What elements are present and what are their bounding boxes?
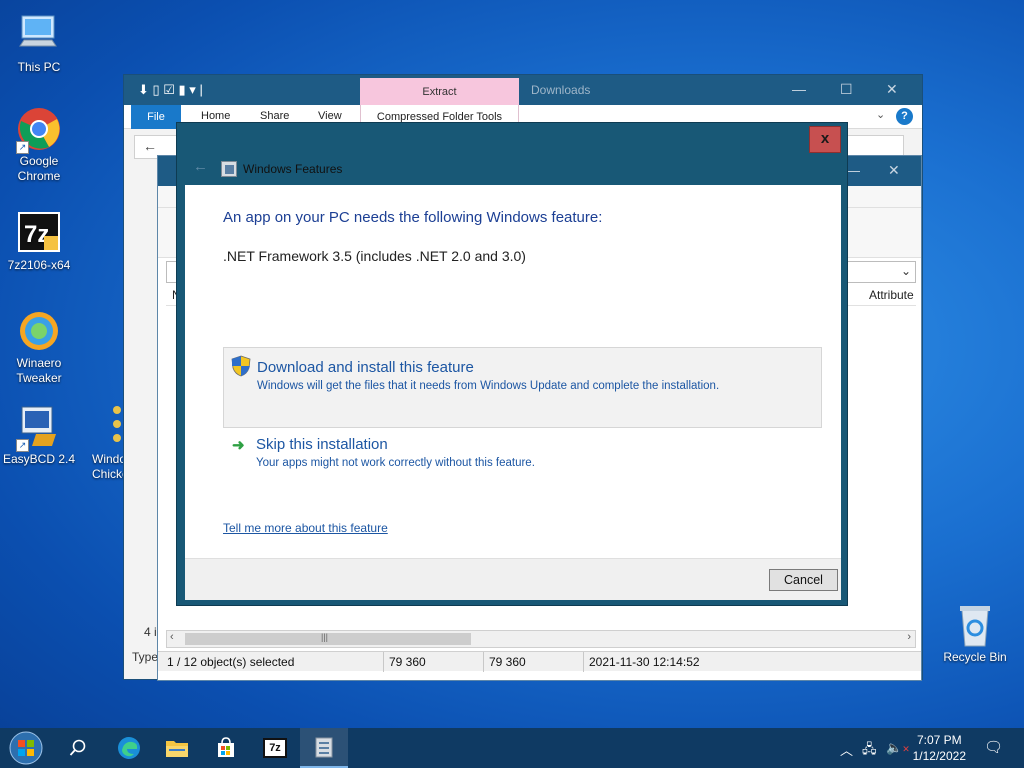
tab-view[interactable]: View	[318, 110, 342, 122]
desktop-icon-easybcd[interactable]: ↗ EasyBCD 2.4	[0, 404, 78, 467]
desktop-icon-this-pc[interactable]: This PC	[0, 12, 78, 75]
scroll-thumb[interactable]: |||	[185, 632, 471, 645]
cancel-button[interactable]: Cancel	[769, 569, 838, 591]
dialog-header: ← Windows Features	[185, 155, 841, 185]
clock-date: 1/12/2022	[912, 749, 966, 763]
network-icon[interactable]: 🖧	[862, 740, 877, 762]
windows-features-icon	[315, 737, 333, 758]
7zip-icon: 7z	[263, 738, 287, 758]
desktop-icon-7zip-installer[interactable]: 7z 7z2106-x64	[0, 210, 78, 273]
chicken-icon	[110, 404, 124, 450]
dialog-title: Windows Features	[243, 162, 343, 176]
type-label: Type	[132, 650, 159, 664]
windows-features-dialog[interactable]: x ← Windows Features An app on your PC n…	[176, 122, 848, 606]
7zip-label: 7z	[269, 742, 281, 754]
status-selection: 1 / 12 object(s) selected	[167, 655, 295, 669]
download-option-subtitle: Windows will get the files that it needs…	[257, 380, 720, 392]
feature-name: .NET Framework 3.5 (includes .NET 2.0 an…	[223, 248, 526, 264]
tab-home[interactable]: Home	[201, 110, 230, 122]
notifications-icon[interactable]: 🗨	[984, 738, 1003, 756]
taskbar-store[interactable]	[202, 728, 250, 768]
taskbar-edge[interactable]	[105, 728, 153, 768]
desktop-icon-label: Winaero Tweaker	[16, 356, 62, 385]
skip-installation-option[interactable]: ➜ Skip this installation Your apps might…	[223, 432, 822, 496]
desktop-icon-recycle-bin[interactable]: Recycle Bin	[936, 602, 1014, 665]
status-packed-size: 79 360	[489, 655, 526, 669]
scroll-grip: |||	[321, 632, 329, 642]
clock-time: 7:07 PM	[916, 733, 962, 747]
close-icon[interactable]: ✕	[888, 162, 900, 179]
shortcut-arrow-icon: ↗	[16, 141, 29, 154]
easybcd-icon: ↗	[16, 404, 62, 452]
back-arrow-icon[interactable]: ←	[193, 158, 208, 175]
back-arrow-icon[interactable]: ←	[143, 138, 157, 154]
dialog-heading: An app on your PC needs the following Wi…	[223, 209, 603, 226]
item-count: 4 i	[144, 625, 157, 639]
uac-shield-icon	[231, 355, 251, 380]
start-orb-icon	[9, 731, 43, 765]
winaero-icon	[16, 308, 62, 354]
help-icon[interactable]: ?	[896, 108, 913, 125]
close-icon[interactable]: ✕	[886, 81, 898, 98]
desktop-icon-label: Recycle Bin	[943, 650, 1007, 664]
download-option-title[interactable]: Download and install this feature	[257, 359, 474, 376]
7zip-installer-icon: 7z	[16, 210, 62, 256]
status-size: 79 360	[389, 655, 426, 669]
tab-file[interactable]: File	[131, 105, 181, 129]
taskbar-7zip[interactable]: 7z	[251, 728, 299, 768]
recycle-bin-icon	[952, 602, 998, 648]
windows-features-icon	[221, 161, 237, 177]
quick-access-toolbar[interactable]: ⬇ ▯ ☑ ▮ ▾ |	[138, 82, 203, 98]
green-arrow-icon: ➜	[232, 437, 245, 454]
volume-muted-icon[interactable]: 🔈✕	[886, 740, 910, 756]
horizontal-scrollbar[interactable]: ‹ ||| ›	[166, 630, 916, 648]
computer-icon	[16, 12, 62, 58]
tab-share[interactable]: Share	[260, 110, 289, 122]
folder-icon	[166, 741, 188, 757]
search-icon	[69, 739, 86, 756]
shortcut-arrow-icon: ↗	[16, 439, 29, 452]
skip-option-subtitle: Your apps might not work correctly witho…	[256, 457, 535, 469]
desktop-icon-winaero[interactable]: Winaero Tweaker	[0, 308, 78, 386]
chrome-icon: ↗	[16, 106, 62, 154]
download-install-option[interactable]: Download and install this feature Window…	[223, 347, 822, 428]
minimize-icon[interactable]: —	[846, 162, 860, 178]
more-info-link[interactable]: Tell me more about this feature	[223, 521, 388, 535]
taskbar-windows-features[interactable]	[300, 728, 348, 768]
show-hidden-icons-icon[interactable]: ︿	[840, 740, 853, 759]
desktop-icon-label: EasyBCD 2.4	[2, 452, 76, 466]
tab-extract[interactable]: Extract	[360, 78, 519, 105]
status-bar: 1 / 12 object(s) selected 79 360 79 360 …	[158, 651, 921, 672]
window-title: Downloads	[531, 83, 591, 97]
edge-icon	[118, 737, 140, 759]
desktop-icon-label: 7z2106-x64	[7, 258, 71, 272]
explorer-titlebar[interactable]: ⬇ ▯ ☑ ▮ ▾ | Downloads — ☐ ✕	[124, 75, 922, 105]
dialog-close-button[interactable]: x	[809, 126, 841, 153]
chevron-down-icon[interactable]: ⌄	[876, 108, 885, 121]
maximize-icon[interactable]: ☐	[840, 81, 853, 98]
desktop-icon-chrome[interactable]: ↗ Google Chrome	[0, 106, 78, 184]
desktop-icon-label: This PC	[17, 60, 61, 74]
minimize-icon[interactable]: —	[792, 81, 806, 97]
start-button[interactable]	[2, 728, 50, 768]
store-icon	[218, 737, 234, 757]
chevron-down-icon[interactable]: ⌄	[901, 264, 911, 278]
dialog-body: An app on your PC needs the following Wi…	[185, 185, 841, 558]
skip-option-title[interactable]: Skip this installation	[256, 436, 388, 453]
taskbar-file-explorer[interactable]	[153, 728, 201, 768]
search-button[interactable]	[54, 728, 102, 768]
desktop-icon-label: Google Chrome	[17, 154, 61, 183]
scroll-left-icon[interactable]: ‹	[170, 631, 174, 643]
column-attributes[interactable]: Attribute	[869, 288, 914, 302]
status-modified: 2021-11-30 12:14:52	[589, 655, 700, 669]
dialog-footer: Cancel	[185, 558, 841, 600]
scroll-right-icon[interactable]: ›	[907, 631, 911, 643]
clock[interactable]: 7:07 PM 1/12/2022	[913, 732, 966, 764]
taskbar: 7z ︿ 🖧 🔈✕ 7:07 PM 1/12/2022 🗨	[0, 728, 1024, 768]
